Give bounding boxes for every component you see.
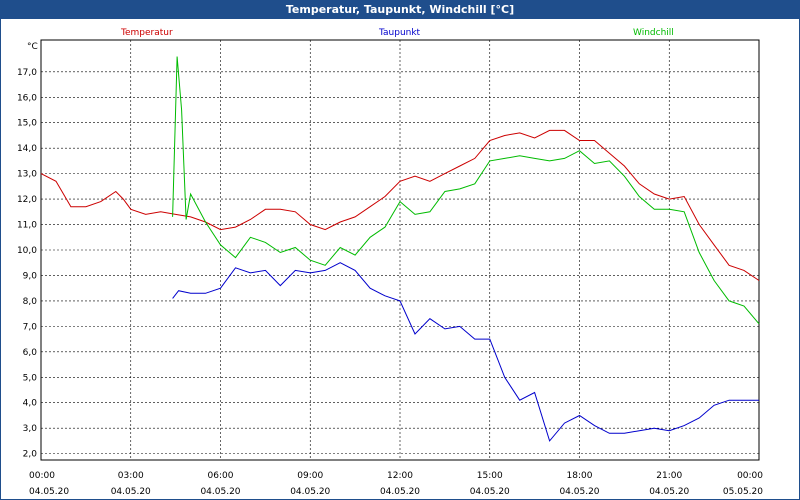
x-tick-date: 04.05.20 [559, 487, 599, 497]
y-tick-label: 11,0 [17, 221, 37, 231]
legend-temperatur: Temperatur [120, 28, 173, 38]
x-tick-date: 05.05.20 [723, 487, 763, 497]
x-tick-time: 00:00 [29, 471, 55, 481]
chart-window: Temperatur, Taupunkt, Windchill [°C] 2,0… [0, 0, 800, 500]
x-tick-date: 04.05.20 [470, 487, 510, 497]
y-tick-label: 7,0 [23, 322, 38, 332]
y-tick-label: 5,0 [23, 373, 38, 383]
x-tick-date: 04.05.20 [111, 487, 151, 497]
y-tick-label: 9,0 [23, 271, 38, 281]
y-tick-label: 17,0 [17, 68, 37, 78]
x-tick-time: 06:00 [208, 471, 234, 481]
y-axis-unit: °C [27, 42, 38, 52]
legend-windchill: Windchill [633, 28, 674, 38]
y-tick-label: 13,0 [17, 170, 37, 180]
y-tick-label: 16,0 [17, 93, 37, 103]
y-tick-labels: 2,0 3,0 4,0 5,0 6,0 7,0 8,0 9,0 10,0 11,0 12,0 13,0… [17, 68, 37, 460]
y-tick-label: 10,0 [17, 246, 37, 256]
x-tick-labels: 00:00 04.05.20 03:00 04.05.20 06:00 04.05.20 0… [29, 471, 763, 497]
x-tick-time: 21:00 [656, 471, 682, 481]
x-tick-time: 03:00 [118, 471, 144, 481]
y-tick-label: 12,0 [17, 195, 37, 205]
y-tick-label: 6,0 [23, 348, 38, 358]
x-tick-date: 04.05.20 [290, 487, 330, 497]
y-tick-label: 3,0 [23, 424, 38, 434]
x-tick-date: 04.05.20 [649, 487, 689, 497]
legend-taupunkt: Taupunkt [378, 28, 421, 38]
y-tick-label: 15,0 [17, 119, 37, 129]
line-chart: 2,0 3,0 4,0 5,0 6,0 7,0 8,0 9,0 10,0 11,0 12,0 13,0… [17, 28, 763, 497]
x-tick-time: 00:00 [737, 471, 763, 481]
x-tick-time: 12:00 [387, 471, 413, 481]
x-tick-time: 18:00 [567, 471, 593, 481]
window-title: Temperatur, Taupunkt, Windchill [°C] [1, 1, 799, 19]
x-tick-time: 09:00 [297, 471, 323, 481]
x-tick-date: 04.05.20 [380, 487, 420, 497]
y-tick-label: 8,0 [23, 297, 38, 307]
x-tick-date: 04.05.20 [200, 487, 240, 497]
y-tick-label: 2,0 [23, 450, 38, 460]
x-tick-date: 04.05.20 [29, 487, 69, 497]
y-tick-label: 14,0 [17, 144, 37, 154]
y-tick-label: 4,0 [23, 399, 38, 409]
x-tick-time: 15:00 [477, 471, 503, 481]
